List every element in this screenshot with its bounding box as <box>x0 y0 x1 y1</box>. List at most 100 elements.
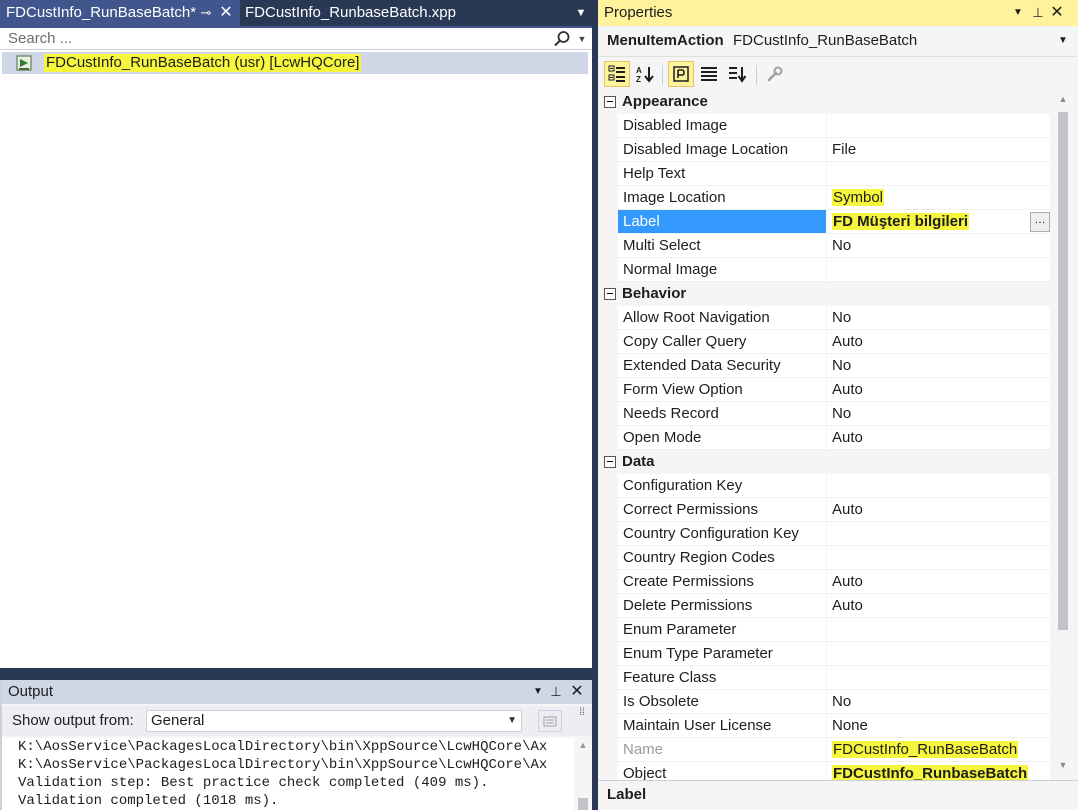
prop-value[interactable] <box>827 618 1050 642</box>
prop-row-help-text[interactable]: Help Text <box>600 162 1054 186</box>
prop-value[interactable]: FD Müşteri bilgileri <box>827 210 1050 234</box>
prop-value[interactable] <box>827 162 1050 186</box>
prop-row-label[interactable]: Label FD Müşteri bilgileri … <box>600 210 1054 234</box>
pin-icon[interactable]: ⊸ <box>198 0 214 26</box>
prop-row-disabled-image-location[interactable]: Disabled Image Location File <box>600 138 1054 162</box>
tab-fdcustinfo-runbasebatch[interactable]: FDCustInfo_RunBaseBatch* ⊸ ✕ <box>0 0 240 26</box>
output-text-area[interactable]: K:\AosService\PackagesLocalDirectory\bin… <box>2 738 574 810</box>
prop-row-image-location[interactable]: Image Location Symbol <box>600 186 1054 210</box>
prop-value[interactable]: FDCustInfo_RunbaseBatch <box>827 762 1050 780</box>
events-button[interactable] <box>696 61 722 87</box>
properties-button[interactable] <box>668 61 694 87</box>
prop-value[interactable]: Auto <box>827 498 1050 522</box>
prop-value[interactable]: Symbol <box>827 186 1050 210</box>
prop-value[interactable]: No <box>827 354 1050 378</box>
prop-row-correct-permissions[interactable]: Correct Permissions Auto <box>600 498 1054 522</box>
prop-row-enum-parameter[interactable]: Enum Parameter <box>600 618 1054 642</box>
prop-value[interactable] <box>827 258 1050 282</box>
search-icon[interactable] <box>553 30 571 48</box>
prop-row-enum-type-parameter[interactable]: Enum Type Parameter <box>600 642 1054 666</box>
prop-row-maintain-user-license[interactable]: Maintain User License None <box>600 714 1054 738</box>
prop-name: Enum Type Parameter <box>618 642 826 666</box>
prop-row-object[interactable]: Object FDCustInfo_RunbaseBatch <box>600 762 1054 780</box>
prop-row-multi-select[interactable]: Multi Select No <box>600 234 1054 258</box>
search-options-dropdown-icon[interactable]: ▼ <box>575 28 589 50</box>
properties-title: Properties <box>604 4 673 21</box>
prop-row-create-permissions[interactable]: Create Permissions Auto <box>600 570 1054 594</box>
collapse-icon[interactable] <box>604 288 616 300</box>
auto-hide-pin-icon[interactable]: ⊥ <box>548 680 564 704</box>
output-source-select[interactable]: General ▼ <box>146 710 522 732</box>
prop-row-needs-record[interactable]: Needs Record No <box>600 402 1054 426</box>
prop-value[interactable]: Auto <box>827 570 1050 594</box>
scrollbar-thumb[interactable] <box>1058 112 1068 630</box>
close-icon[interactable]: ✕ <box>218 0 234 26</box>
prop-value[interactable] <box>827 666 1050 690</box>
search-input[interactable] <box>0 28 540 49</box>
sort-button[interactable] <box>724 61 750 87</box>
prop-value[interactable]: Auto <box>827 594 1050 618</box>
prop-row-form-view-option[interactable]: Form View Option Auto <box>600 378 1054 402</box>
prop-value[interactable] <box>827 546 1050 570</box>
prop-value[interactable]: No <box>827 402 1050 426</box>
prop-value[interactable] <box>827 642 1050 666</box>
tree-node-menu-item[interactable]: FDCustInfo_RunBaseBatch (usr) [LcwHQCore… <box>2 52 588 74</box>
prop-value[interactable] <box>827 522 1050 546</box>
prop-row-is-obsolete[interactable]: Is Obsolete No <box>600 690 1054 714</box>
prop-name: Country Region Codes <box>618 546 826 570</box>
output-scrollbar[interactable]: ▲ <box>574 738 592 810</box>
prop-value[interactable] <box>827 474 1050 498</box>
prop-row-delete-permissions[interactable]: Delete Permissions Auto <box>600 594 1054 618</box>
output-line: K:\AosService\PackagesLocalDirectory\bin… <box>18 757 548 773</box>
prop-row-feature-class[interactable]: Feature Class <box>600 666 1054 690</box>
property-grid-scrollbar[interactable]: ▲ ▼ <box>1054 90 1072 780</box>
category-data[interactable]: Data <box>600 450 1054 474</box>
close-icon[interactable]: ✕ <box>568 680 586 704</box>
prop-value[interactable]: No <box>827 690 1050 714</box>
ellipsis-button[interactable]: … <box>1030 212 1050 232</box>
collapse-icon[interactable] <box>604 96 616 108</box>
close-icon[interactable]: ✕ <box>1048 0 1066 26</box>
prop-row-country-configuration-key[interactable]: Country Configuration Key <box>600 522 1054 546</box>
prop-row-extended-data-security[interactable]: Extended Data Security No <box>600 354 1054 378</box>
property-pages-button[interactable] <box>762 61 788 87</box>
prop-value[interactable]: File <box>827 138 1050 162</box>
scrollbar-thumb[interactable] <box>578 798 588 810</box>
prop-value[interactable]: FDCustInfo_RunBaseBatch <box>827 738 1050 762</box>
scroll-down-icon[interactable]: ▼ <box>1054 760 1072 770</box>
prop-value[interactable]: Auto <box>827 330 1050 354</box>
prop-row-normal-image[interactable]: Normal Image <box>600 258 1054 282</box>
prop-row-open-mode[interactable]: Open Mode Auto <box>600 426 1054 450</box>
toolbar-overflow-icon[interactable]: ⁞⁞ <box>576 706 588 726</box>
prop-value[interactable]: Auto <box>827 426 1050 450</box>
output-title-bar: Output ▼ ⊥ ✕ <box>2 680 592 704</box>
object-selector[interactable]: MenuItemAction FDCustInfo_RunBaseBatch ▼ <box>598 26 1078 56</box>
tab-fdcustinfo-xpp[interactable]: FDCustInfo_RunbaseBatch.xpp <box>240 0 470 26</box>
prop-value[interactable]: No <box>827 234 1050 258</box>
category-appearance[interactable]: Appearance <box>600 90 1054 114</box>
prop-row-country-region-codes[interactable]: Country Region Codes <box>600 546 1054 570</box>
prop-row-allow-root-navigation[interactable]: Allow Root Navigation No <box>600 306 1054 330</box>
prop-name: Is Obsolete <box>618 690 826 714</box>
window-position-dropdown-icon[interactable]: ▼ <box>1010 0 1026 26</box>
prop-row-disabled-image[interactable]: Disabled Image <box>600 114 1054 138</box>
toolbar-separator <box>662 65 663 85</box>
prop-row-copy-caller-query[interactable]: Copy Caller Query Auto <box>600 330 1054 354</box>
tab-list-dropdown-icon[interactable]: ▼ <box>572 0 590 26</box>
window-position-dropdown-icon[interactable]: ▼ <box>530 680 546 704</box>
prop-value[interactable]: None <box>827 714 1050 738</box>
prop-row-name[interactable]: Name FDCustInfo_RunBaseBatch <box>600 738 1054 762</box>
chevron-down-icon[interactable]: ▼ <box>1058 32 1068 50</box>
prop-row-configuration-key[interactable]: Configuration Key <box>600 474 1054 498</box>
prop-value[interactable]: Auto <box>827 378 1050 402</box>
auto-hide-pin-icon[interactable]: ⊥ <box>1030 0 1046 26</box>
categorized-button[interactable] <box>604 61 630 87</box>
prop-value[interactable]: No <box>827 306 1050 330</box>
scroll-up-icon[interactable]: ▲ <box>574 740 592 750</box>
collapse-icon[interactable] <box>604 456 616 468</box>
scroll-up-icon[interactable]: ▲ <box>1054 94 1072 104</box>
clear-all-button[interactable] <box>538 710 562 732</box>
prop-value[interactable] <box>827 114 1050 138</box>
category-behavior[interactable]: Behavior <box>600 282 1054 306</box>
alphabetical-button[interactable]: A Z <box>632 61 658 87</box>
